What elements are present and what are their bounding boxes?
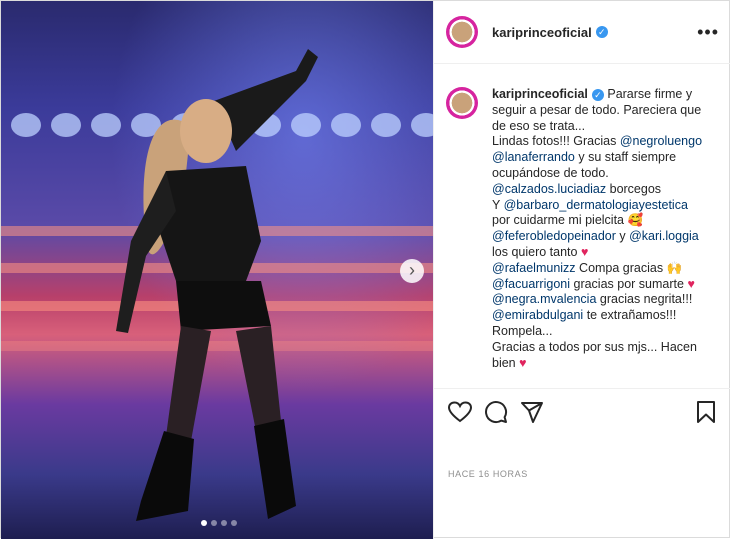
emoji-icon: 🥰 bbox=[627, 213, 644, 228]
carousel-next-button[interactable]: › bbox=[400, 259, 424, 283]
caption-line: @lanaferrando y su staff siempre bbox=[492, 150, 704, 166]
caption-username-link[interactable]: kariprinceoficial bbox=[492, 87, 588, 101]
caption-text-segment: gracias por sumarte bbox=[570, 276, 688, 291]
caption-text-segment: Lindas fotos!!! Gracias bbox=[492, 134, 620, 149]
caption-line: Y @barbaro_dermatologiayestetica bbox=[492, 198, 704, 214]
carousel-dots bbox=[201, 520, 237, 526]
username-link[interactable]: kariprinceoficial bbox=[492, 25, 592, 40]
caption-text-segment: gracias negrita!!! bbox=[596, 292, 693, 307]
caption-text-segment: y su staff siempre bbox=[574, 150, 677, 165]
caption-line: Gracias a todos por sus mjs... Hacen bbox=[492, 340, 704, 356]
post-header: kariprinceoficial ✓ ••• bbox=[434, 1, 730, 64]
red-heart-icon: ♥ bbox=[580, 244, 589, 259]
mention-link[interactable]: @feferobledopeinador bbox=[492, 229, 616, 243]
caption-line: Rompela... bbox=[492, 324, 704, 340]
caption-line: los quiero tanto ♥ bbox=[492, 245, 704, 261]
action-bar bbox=[434, 388, 730, 434]
caption-line: kariprinceoficial ✓ Pararse firme y bbox=[492, 87, 704, 103]
instagram-post: › kariprinceoficial ✓ ••• kariprinceofic… bbox=[0, 0, 730, 539]
red-heart-icon: ♥ bbox=[519, 355, 527, 370]
caption-text-segment: Compa gracias bbox=[575, 260, 667, 275]
caption-line: @rafaelmunizz Compa gracias 🙌 bbox=[492, 261, 704, 277]
caption-line: bien ♥ bbox=[492, 356, 704, 372]
caption-line: seguir a pesar de todo. Pareciera que bbox=[492, 103, 704, 119]
mention-link[interactable]: @kari.loggia bbox=[629, 229, 699, 243]
caption-text-segment: los quiero tanto bbox=[492, 244, 581, 259]
caption-text-segment: Y bbox=[492, 197, 504, 212]
carousel-dot bbox=[221, 520, 227, 526]
caption-text-segment: y bbox=[615, 229, 630, 244]
caption-line: @feferobledopeinador y @kari.loggia bbox=[492, 229, 704, 245]
caption-text: kariprinceoficial ✓ Pararse firme y segui… bbox=[492, 87, 704, 371]
mention-link[interactable]: @facuarrigoni bbox=[492, 277, 570, 291]
caption-line: @emirabdulgani te extrañamos!!! bbox=[492, 308, 704, 324]
caption-avatar[interactable] bbox=[446, 87, 478, 119]
post-sidebar: kariprinceoficial ✓ ••• kariprinceoficia… bbox=[433, 1, 730, 539]
caption-line: ocupándose de todo. bbox=[492, 166, 704, 182]
mention-link[interactable]: @emirabdulgani bbox=[492, 308, 583, 322]
share-icon[interactable] bbox=[520, 400, 544, 424]
mention-link[interactable]: @negra.mvalencia bbox=[492, 292, 596, 306]
carousel-dot bbox=[201, 520, 207, 526]
verified-badge-icon: ✓ bbox=[591, 88, 604, 101]
verified-badge-icon: ✓ bbox=[595, 26, 608, 38]
caption-line: @calzados.luciadiaz borcegos bbox=[492, 182, 704, 198]
comment-icon[interactable] bbox=[484, 400, 508, 424]
mention-link[interactable]: @rafaelmunizz bbox=[492, 261, 576, 275]
caption-text-segment: seguir a pesar de todo. Pareciera que bbox=[492, 102, 702, 117]
caption-text-segment: te extrañamos!!! bbox=[583, 308, 677, 323]
mention-link[interactable]: @lanaferrando bbox=[492, 150, 575, 164]
caption-line: Lindas fotos!!! Gracias @negroluengo bbox=[492, 134, 704, 150]
caption-line: de eso se trata... bbox=[492, 119, 704, 135]
caption-text-segment: bien bbox=[492, 355, 520, 370]
caption-line: @negra.mvalencia gracias negrita!!! bbox=[492, 292, 704, 308]
dancer-figure bbox=[116, 49, 318, 521]
mention-link[interactable]: @negroluengo bbox=[620, 134, 702, 148]
heart-icon[interactable] bbox=[448, 400, 472, 424]
avatar[interactable] bbox=[446, 16, 478, 48]
caption-text-segment: Gracias a todos por sus mjs... Hacen bbox=[492, 339, 697, 354]
post-photo[interactable]: › bbox=[1, 1, 433, 539]
caption-line: por cuidarme mi pielcita 🥰 bbox=[492, 213, 704, 229]
caption-text-segment: borcegos bbox=[606, 181, 662, 196]
caption-block: kariprinceoficial ✓ Pararse firme y segui… bbox=[434, 64, 730, 371]
chevron-right-icon: › bbox=[409, 260, 415, 280]
caption-text-segment: de eso se trata... bbox=[492, 118, 586, 133]
bookmark-icon[interactable] bbox=[694, 400, 718, 424]
caption-line: @facuarrigoni gracias por sumarte ♥ bbox=[492, 277, 704, 293]
caption-text-segment: Pararse firme y bbox=[607, 87, 693, 101]
caption-text-segment: Rompela... bbox=[492, 323, 553, 338]
red-heart-icon: ♥ bbox=[687, 276, 695, 291]
post-timestamp[interactable]: HACE 16 HORAS bbox=[448, 469, 528, 479]
more-options-icon[interactable]: ••• bbox=[697, 22, 719, 43]
caption-text-segment: por cuidarme mi pielcita bbox=[492, 213, 628, 228]
carousel-dot bbox=[211, 520, 217, 526]
emoji-icon: 🙌 bbox=[666, 260, 683, 275]
mention-link[interactable]: @calzados.luciadiaz bbox=[492, 182, 606, 196]
carousel-dot bbox=[231, 520, 237, 526]
mention-link[interactable]: @barbaro_dermatologiayestetica bbox=[504, 198, 688, 212]
caption-text-segment: ocupándose de todo. bbox=[492, 165, 609, 180]
